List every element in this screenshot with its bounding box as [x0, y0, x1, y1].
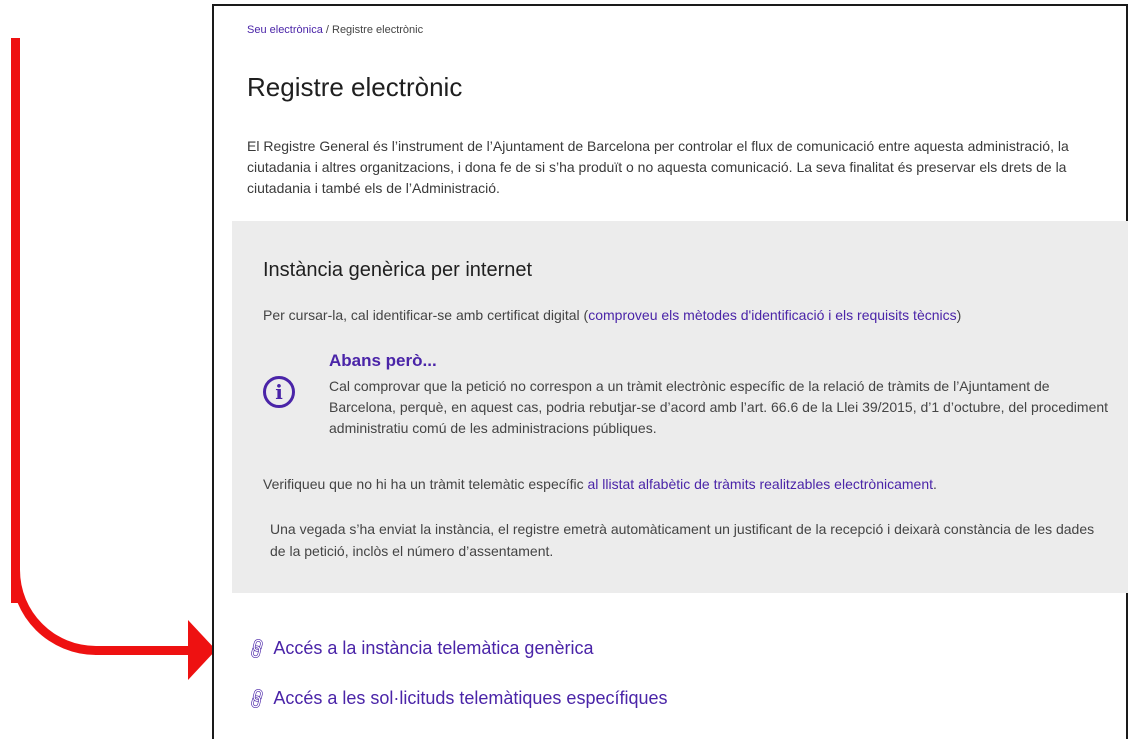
cert-text-after: )	[956, 307, 962, 323]
annotation-arrow-bend	[11, 552, 101, 655]
generic-instance-access-link[interactable]: 🔗︎ Accés a la instància telemàtica genèr…	[244, 636, 594, 661]
page-frame: Seu electrònica / Registre electrònic Re…	[212, 4, 1128, 739]
breadcrumb: Seu electrònica / Registre electrònic	[247, 24, 423, 36]
breadcrumb-separator: /	[322, 24, 332, 36]
link-chain-icon: 🔗︎	[244, 686, 271, 712]
link-chain-icon: 🔗︎	[244, 636, 271, 662]
procedures-list-link[interactable]: al llistat alfabètic de tràmits realitza…	[588, 476, 934, 492]
generic-instance-panel: Instància genèrica per internet Per curs…	[232, 221, 1128, 593]
info-circle-icon: i	[263, 376, 295, 408]
specific-requests-access-label: Accés a les sol·licituds telemàtiques es…	[273, 688, 668, 708]
receipt-text: Una vegada s’ha enviat la instància, el …	[270, 521, 1095, 559]
verify-text-before: Verifiqueu que no hi ha un tràmit telemà…	[263, 476, 588, 492]
breadcrumb-home-link[interactable]: Seu electrònica	[247, 24, 323, 36]
warning-title: Abans però...	[329, 351, 437, 370]
identification-methods-link[interactable]: comproveu els mètodes d'identificació i …	[588, 307, 956, 323]
specific-requests-access-link[interactable]: 🔗︎ Accés a les sol·licituds telemàtiques…	[244, 686, 668, 711]
cert-text-before: Per cursar-la, cal identificar-se amb ce…	[263, 307, 589, 323]
verify-text: Verifiqueu que no hi ha un tràmit telemà…	[263, 476, 937, 492]
breadcrumb-current: Registre electrònic	[332, 24, 424, 36]
page-title: Registre electrònic	[247, 72, 463, 102]
generic-instance-access-label: Accés a la instància telemàtica genèrica	[273, 638, 594, 658]
annotation-arrow-horizontal	[95, 646, 200, 655]
warning-text: Cal comprovar que la petició no correspo…	[329, 378, 1109, 436]
annotation-arrow-shaft	[11, 38, 20, 603]
panel-title: Instància genèrica per internet	[263, 259, 533, 281]
intro-paragraph: El Registre General és l’instrument de l…	[247, 138, 1069, 196]
verify-text-after: .	[933, 476, 937, 492]
certificate-requirement-text: Per cursar-la, cal identificar-se amb ce…	[263, 307, 961, 323]
